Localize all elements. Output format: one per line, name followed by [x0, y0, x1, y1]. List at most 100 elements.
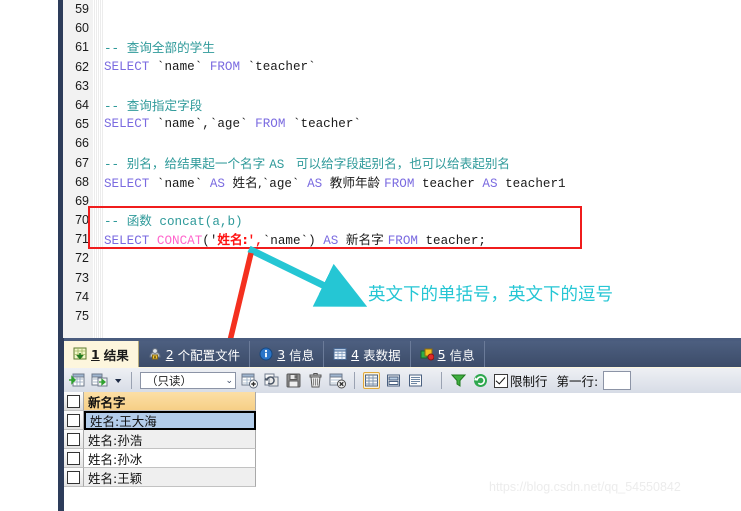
row-checkbox-icon[interactable] — [67, 394, 80, 408]
grid-cell[interactable]: 姓名:孙冰 — [84, 449, 256, 468]
row-select-cell[interactable] — [64, 392, 84, 411]
line-code[interactable]: -- 查询全部的学生 — [104, 38, 215, 59]
code-token: `name` — [156, 59, 210, 74]
tab-1[interactable]: 1 结果 — [64, 341, 139, 367]
code-token: SELECT — [104, 59, 157, 74]
code-line[interactable]: 67 -- 别名，给结果起一个名字 AS 可以给字段起别名，也可以给表起别名 — [0, 154, 741, 173]
save-icon[interactable] — [285, 372, 302, 389]
grid-header-row[interactable]: 新名字 — [64, 392, 256, 411]
results-grid[interactable]: 新名字 姓名:王大海 姓名:孙浩 姓名:孙冰 姓名:王颖 — [64, 392, 256, 487]
filter-icon[interactable] — [450, 372, 467, 389]
row-checkbox-icon[interactable] — [67, 413, 80, 427]
table-row[interactable]: 姓名:孙冰 — [64, 449, 256, 468]
line-number: 66 — [75, 136, 89, 151]
code-line[interactable]: 61 -- 查询全部的学生 — [0, 38, 741, 57]
results-toolbar[interactable]: （只读） ⌄ 限制行 第一行: — [64, 367, 741, 393]
line-number: 70 — [75, 213, 89, 228]
code-token: SELECT — [104, 176, 157, 191]
code-line[interactable]: 60 — [0, 19, 741, 38]
tab-label: 结果 — [103, 347, 129, 363]
line-number: 60 — [75, 21, 89, 36]
line-code[interactable]: -- 别名，给结果起一个名字 AS 可以给字段起别名，也可以给表起别名 — [104, 154, 510, 175]
export-record-icon[interactable] — [91, 372, 108, 389]
results-tabbar[interactable]: 1 结果 2 个配置文件 3 信息 4 表数据 5 信息 — [64, 341, 741, 367]
status-icon — [420, 347, 435, 361]
toolbar-separator-3 — [441, 372, 442, 389]
line-code[interactable]: SELECT `name` AS 姓名,`age` AS 教师年龄 FROM t… — [104, 173, 566, 194]
line-code[interactable]: SELECT `name`,`age` FROM `teacher` — [104, 115, 361, 134]
code-line[interactable]: 68 SELECT `name` AS 姓名,`age` AS 教师年龄 FROM… — [0, 173, 741, 192]
first-row-input[interactable] — [603, 371, 632, 390]
dropdown-arrow-icon[interactable] — [113, 372, 123, 389]
tab-label: 信息 — [449, 347, 475, 363]
code-line[interactable]: 62 SELECT `name` FROM `teacher` — [0, 58, 741, 77]
refresh-row-icon[interactable] — [263, 372, 280, 389]
table-row[interactable]: 姓名:孙浩 — [64, 430, 256, 449]
cancel-edit-icon[interactable] — [329, 372, 346, 389]
code-line[interactable]: 59 — [0, 0, 741, 19]
line-number: 75 — [75, 309, 89, 323]
row-checkbox-icon[interactable] — [67, 451, 80, 465]
first-row-label: 第一行: — [556, 374, 599, 389]
row-select-cell[interactable] — [64, 411, 84, 430]
code-line[interactable]: 72 — [0, 249, 741, 268]
panel-left-margin — [0, 338, 58, 511]
delete-icon[interactable] — [307, 372, 324, 389]
code-token: -- — [104, 99, 127, 114]
code-token: -- — [104, 42, 127, 57]
row-select-cell[interactable] — [64, 449, 84, 468]
readonly-mode-select[interactable]: （只读） ⌄ — [140, 372, 236, 389]
row-select-cell[interactable] — [64, 468, 84, 487]
tab-5[interactable]: 5 信息 — [411, 341, 485, 367]
limit-rows-control[interactable]: 限制行 第一行: — [494, 371, 598, 390]
table-data-icon — [333, 347, 347, 361]
code-lines[interactable]: 59 60 61 -- 查询全部的学生 62 SELECT `name` FROM `te… — [0, 0, 741, 326]
line-code[interactable]: -- 查询指定字段 — [104, 96, 202, 117]
code-token: `teacher` — [247, 59, 316, 74]
row-checkbox-icon[interactable] — [67, 432, 80, 446]
watermark: https://blog.csdn.net/qq_54550842 — [489, 480, 681, 494]
table-row[interactable]: 姓名:王颖 — [64, 468, 256, 487]
line-number: 62 — [75, 59, 89, 74]
chevron-down-icon: ⌄ — [225, 375, 233, 386]
code-token: AS — [209, 176, 233, 191]
add-record-icon[interactable] — [69, 372, 86, 389]
refresh-icon[interactable] — [472, 372, 489, 389]
code-line[interactable]: 66 — [0, 134, 741, 153]
grid-cell[interactable]: 姓名:孙浩 — [84, 430, 256, 449]
line-code[interactable]: SELECT `name` FROM `teacher` — [104, 58, 316, 77]
code-token: AS — [269, 157, 292, 172]
tab-number: 3 — [277, 346, 286, 362]
code-token: 可以给字段起别名，也可以给表起别名 — [291, 155, 511, 171]
line-number: 72 — [75, 251, 89, 266]
code-line[interactable]: 65 SELECT `name`,`age` FROM `teacher` — [0, 115, 741, 134]
insert-row-icon[interactable] — [241, 372, 258, 389]
code-token: `age` — [261, 176, 308, 191]
code-line[interactable]: 75 — [0, 307, 741, 326]
code-line[interactable]: 63 — [0, 77, 741, 96]
row-checkbox-icon[interactable] — [67, 470, 80, 484]
table-row[interactable]: 姓名:王大海 — [64, 411, 256, 430]
text-view-icon[interactable] — [407, 372, 424, 389]
code-token: FROM — [209, 59, 248, 74]
grid-cell[interactable]: 新名字 — [84, 392, 256, 411]
line-number: 64 — [75, 97, 89, 112]
line-number: 71 — [75, 232, 89, 247]
code-line[interactable]: 64 -- 查询指定字段 — [0, 96, 741, 115]
tab-number: 1 — [91, 346, 100, 362]
grid-cell[interactable]: 姓名:王颖 — [84, 468, 256, 487]
line-number: 68 — [75, 174, 89, 189]
form-view-icon[interactable] — [385, 372, 402, 389]
code-token: teacher — [421, 176, 483, 191]
grid-cell[interactable]: 姓名:王大海 — [84, 411, 256, 430]
grid-view-icon[interactable] — [363, 372, 380, 389]
tab-label: 信息 — [289, 347, 315, 363]
app-root: 59 60 61 -- 查询全部的学生 62 SELECT `name` FROM `te… — [0, 0, 741, 511]
limit-rows-checkbox[interactable] — [494, 373, 508, 388]
readonly-mode-value: （只读） — [146, 373, 192, 388]
tab-4[interactable]: 4 表数据 — [324, 341, 411, 367]
row-select-cell[interactable] — [64, 430, 84, 449]
code-token: 姓名, — [232, 174, 262, 190]
tab-2[interactable]: 2 个配置文件 — [139, 341, 251, 367]
tab-3[interactable]: 3 信息 — [250, 341, 325, 367]
